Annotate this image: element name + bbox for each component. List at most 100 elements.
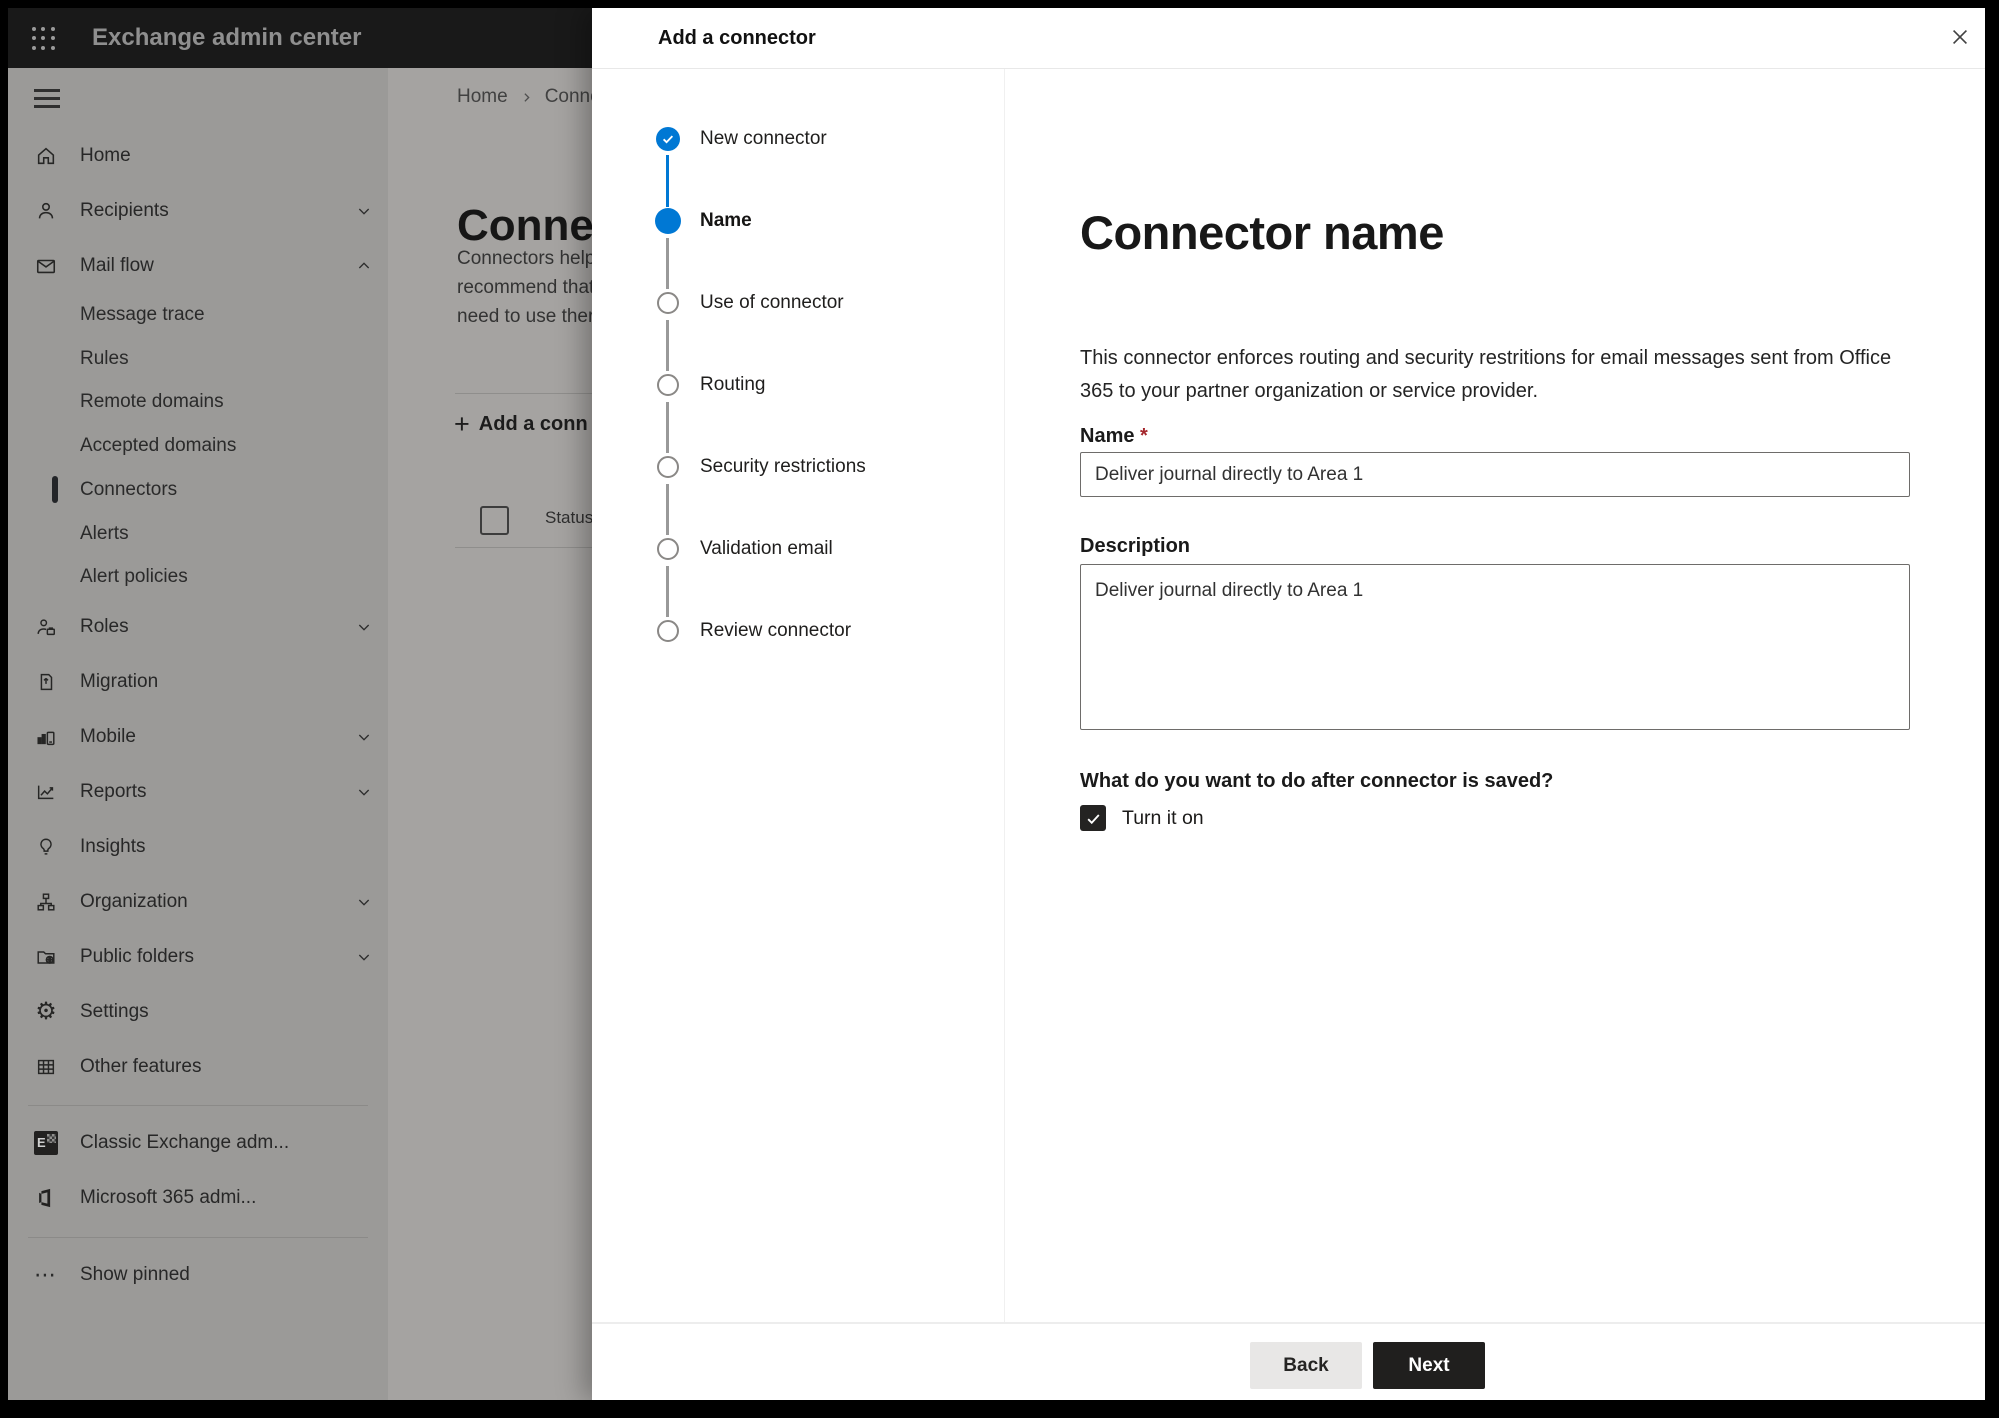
screen: Exchange admin center Home Recipients Ma…	[8, 8, 1985, 1400]
connector-description-textarea[interactable]: Deliver journal directly to Area 1	[1080, 564, 1910, 730]
turn-it-on-checkbox[interactable]	[1080, 805, 1106, 831]
home-icon	[34, 144, 58, 168]
status-column-header[interactable]: Status	[545, 508, 592, 528]
next-button[interactable]: Next	[1373, 1342, 1485, 1389]
breadcrumb-chevron-icon	[520, 91, 533, 104]
wizard-heading: Connector name	[1080, 206, 1444, 260]
chevron-down-icon	[356, 784, 372, 800]
step-new-connector[interactable]: New connector	[700, 127, 827, 151]
lightbulb-icon	[34, 835, 58, 859]
public-folder-icon	[34, 945, 58, 969]
step-circle-upcoming	[657, 374, 679, 396]
sidebar-item-roles[interactable]: Roles	[8, 599, 388, 654]
sidebar-item-organization[interactable]: Organization	[8, 874, 388, 929]
sidebar-item-insights[interactable]: Insights	[8, 819, 388, 874]
sidebar-item-home[interactable]: Home	[8, 128, 388, 183]
step-use-of-connector[interactable]: Use of connector	[700, 291, 844, 315]
sidebar-item-recipients[interactable]: Recipients	[8, 183, 388, 238]
roles-icon	[34, 615, 58, 639]
step-review-connector[interactable]: Review connector	[700, 619, 851, 643]
gear-icon: ⚙	[35, 997, 57, 1025]
background-page: Home Conne Connec Connectors help recomm…	[388, 68, 592, 1400]
app-title: Exchange admin center	[92, 24, 362, 51]
plus-icon: +	[454, 408, 470, 439]
step-connector-line	[666, 484, 669, 535]
person-icon	[34, 199, 58, 223]
description-field-label: Description	[1080, 535, 1191, 557]
step-connector-line	[666, 320, 669, 371]
breadcrumb-home-link[interactable]: Home	[457, 86, 508, 108]
connector-name-input[interactable]	[1080, 452, 1910, 497]
step-circle-completed	[656, 127, 680, 151]
mail-icon	[34, 254, 58, 278]
reports-icon	[34, 780, 58, 804]
chevron-down-icon	[356, 619, 372, 635]
sidebar-item-other-features[interactable]: Other features	[8, 1039, 388, 1094]
chevron-down-icon	[356, 949, 372, 965]
step-name[interactable]: Name	[700, 209, 752, 233]
sidebar-item-reports[interactable]: Reports	[8, 764, 388, 819]
back-button[interactable]: Back	[1250, 1342, 1362, 1389]
chevron-up-icon	[356, 258, 372, 274]
step-connector-line	[666, 566, 669, 617]
step-connector-line	[666, 155, 669, 207]
classic-exchange-icon: E	[34, 1130, 58, 1155]
step-routing[interactable]: Routing	[700, 373, 766, 397]
step-connector-line	[666, 238, 669, 289]
sidebar-item-mail-flow[interactable]: Mail flow	[8, 238, 388, 293]
migration-icon	[34, 670, 58, 694]
ellipsis-icon: ⋯	[34, 1261, 58, 1287]
sidebar-item-settings[interactable]: ⚙ Settings	[8, 984, 388, 1039]
org-chart-icon	[34, 890, 58, 914]
sidebar-item-mobile[interactable]: Mobile	[8, 709, 388, 764]
sidebar-item-alerts[interactable]: Alerts	[8, 512, 388, 555]
breadcrumb: Home Conne	[457, 86, 592, 108]
wizard-description: This connector enforces routing and secu…	[1080, 347, 1892, 402]
sidebar-item-migration[interactable]: Migration	[8, 654, 388, 709]
step-circle-upcoming	[657, 456, 679, 478]
table-grid-icon	[34, 1055, 58, 1079]
sidebar-item-public-folders[interactable]: Public folders	[8, 929, 388, 984]
step-circle-upcoming	[657, 538, 679, 560]
selected-indicator	[52, 476, 58, 503]
table-header-divider	[455, 547, 592, 548]
turn-it-on-label: Turn it on	[1122, 806, 1204, 829]
add-connector-dialog: Add a connector New connector Name Use o…	[592, 8, 1985, 1400]
sidebar: Home Recipients Mail flow Message trace …	[8, 68, 388, 1400]
sidebar-divider	[28, 1105, 368, 1106]
footer-divider	[592, 1322, 1985, 1324]
mobile-icon	[34, 725, 58, 749]
nav-collapse-button[interactable]	[34, 68, 64, 128]
step-connector-line	[666, 402, 669, 453]
add-connector-button[interactable]: + Add a conn	[454, 408, 588, 440]
sidebar-item-show-pinned[interactable]: ⋯ Show pinned	[8, 1247, 388, 1302]
sidebar-item-classic-exchange[interactable]: E Classic Exchange adm...	[8, 1115, 388, 1170]
breadcrumb-current: Conne	[544, 86, 592, 107]
required-asterisk: *	[1140, 425, 1148, 447]
chevron-down-icon	[356, 894, 372, 910]
step-circle-upcoming	[657, 292, 679, 314]
dialog-title: Add a connector	[658, 27, 816, 49]
sidebar-item-connectors[interactable]: Connectors	[8, 468, 388, 512]
select-all-checkbox[interactable]	[480, 506, 509, 535]
chevron-down-icon	[356, 203, 372, 219]
page-intro: Connectors help recommend that need to u…	[457, 248, 592, 327]
turn-on-row: Turn it on	[1080, 805, 1204, 831]
close-icon[interactable]	[1944, 21, 1976, 53]
step-security-restrictions[interactable]: Security restrictions	[700, 455, 866, 479]
sidebar-item-m365-admin[interactable]: Microsoft 365 admi...	[8, 1170, 388, 1225]
app-launcher-icon[interactable]	[32, 27, 56, 51]
dialog-header: Add a connector	[592, 8, 1985, 69]
step-circle-current	[655, 208, 681, 234]
stepper-content-divider	[1004, 69, 1005, 1322]
microsoft-365-icon	[34, 1186, 58, 1210]
sidebar-item-message-trace[interactable]: Message trace	[8, 293, 388, 337]
sidebar-item-remote-domains[interactable]: Remote domains	[8, 380, 388, 424]
step-validation-email[interactable]: Validation email	[700, 537, 833, 561]
chevron-down-icon	[356, 729, 372, 745]
sidebar-item-accepted-domains[interactable]: Accepted domains	[8, 424, 388, 468]
step-circle-upcoming	[657, 620, 679, 642]
toolbar-divider	[455, 393, 592, 394]
sidebar-item-alert-policies[interactable]: Alert policies	[8, 555, 388, 599]
sidebar-item-rules[interactable]: Rules	[8, 337, 388, 380]
